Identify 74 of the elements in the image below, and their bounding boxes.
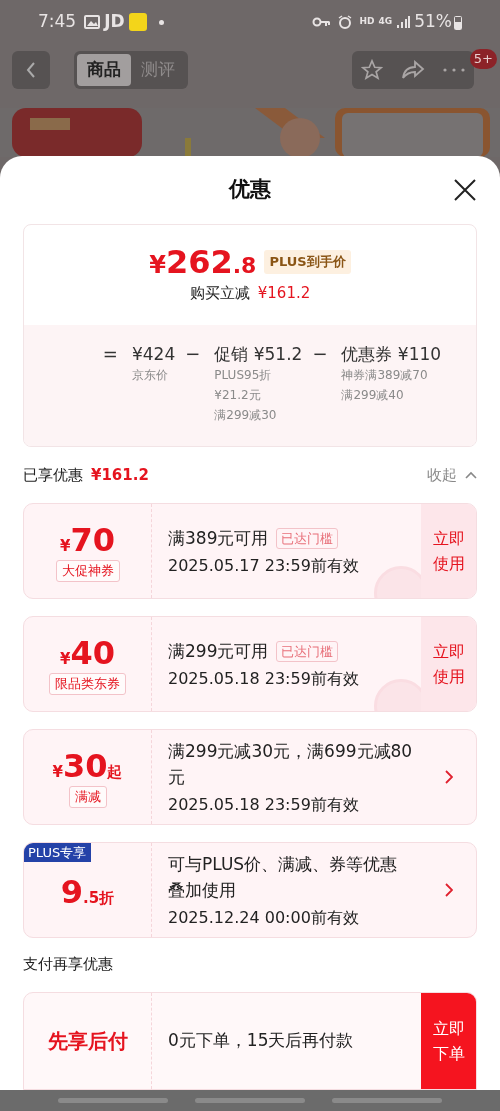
network-label: 4G [378, 15, 393, 29]
status-time: 7:45 [38, 10, 77, 34]
pay-text: 0元下单，15天后再付款 [168, 1029, 354, 1053]
pay-card[interactable]: 先享后付 0元下单，15天后再付款 立即下单 [23, 992, 477, 1090]
offer-validity: 2025.05.18 23:59前有效 [168, 668, 360, 690]
sheet-title: 优惠 [229, 176, 271, 204]
chevron-right-icon[interactable] [444, 883, 453, 897]
offer-validity: 2025.05.18 23:59前有效 [168, 794, 360, 816]
term-note: 满299减40 [341, 387, 405, 404]
alarm-icon [337, 15, 352, 29]
term-value: ¥424 [131, 343, 176, 365]
image-icon [84, 15, 101, 29]
section-label: 支付再享优惠 [23, 953, 113, 975]
term-value: 促销 ¥51.2 [214, 343, 303, 365]
operator-sign: − [185, 343, 201, 366]
enjoyed-amount: ¥161.2 [91, 464, 149, 486]
offer-tag: 限品类东券 [49, 673, 126, 695]
chevron-right-icon[interactable] [444, 770, 453, 784]
term-value: 优惠券 ¥110 [341, 343, 442, 365]
collapse-button[interactable]: 收起 [427, 463, 477, 487]
final-price: ¥262.8 [149, 245, 257, 278]
app-icon [128, 13, 147, 31]
pay-title: 先享后付 [47, 1028, 128, 1055]
saving-amount: ¥161.2 [257, 282, 311, 304]
battery-icon [454, 14, 462, 30]
order-button[interactable]: 立即下单 [421, 993, 476, 1089]
threshold-tag: 已达门槛 [276, 527, 339, 549]
count-badge: 5+ [469, 49, 497, 69]
nav-tab[interactable]: 商品 [77, 54, 131, 86]
threshold-tag: 已达门槛 [276, 640, 339, 662]
price-tag: PLUS到手价 [264, 249, 351, 274]
offer-amount: 9.5折 [60, 876, 115, 908]
term-note: 神券满389减70 [341, 367, 429, 384]
offer-validity: 2025.12.24 00:00前有效 [168, 907, 360, 929]
star-icon[interactable] [361, 59, 383, 81]
offer-amount: ¥30起 [52, 750, 123, 782]
chevron-up-icon [465, 471, 477, 479]
term-note: PLUS95折 [214, 367, 273, 384]
operator-sign: − [312, 343, 328, 366]
offer-card[interactable]: ¥70 大促神券 满389元可用 已达门槛 2025.05.17 23:59前有效 立即使用 [23, 503, 477, 599]
battery-label: 51% [414, 10, 452, 34]
offer-amount: ¥70 [60, 524, 115, 556]
key-icon [311, 17, 330, 27]
more-icon[interactable] [443, 68, 465, 72]
offer-condition: 满299元减30元，满699元减80元 [168, 740, 413, 789]
offer-amount: ¥40 [60, 637, 115, 669]
back-button[interactable] [12, 51, 50, 89]
signal-icon [396, 15, 411, 29]
enjoyed-label: 已享优惠 [23, 464, 83, 486]
saving-label: 购买立减 [189, 282, 250, 304]
operator-sign: = [102, 343, 118, 366]
offer-condition: 满299元可用 [168, 640, 269, 663]
use-button[interactable]: 立即使用 [421, 504, 476, 598]
nav-handle[interactable] [331, 1098, 442, 1103]
back-icon [26, 62, 36, 78]
offer-card[interactable]: ¥30起 满减 满299元减30元，满699元减80元 2025.05.18 23:59前有效 [23, 729, 477, 825]
app-label: JD [104, 10, 125, 34]
offer-condition: 可与PLUS价、满减、券等优惠叠加使用 [168, 853, 399, 902]
offer-validity: 2025.05.17 23:59前有效 [168, 555, 360, 577]
use-button[interactable]: 立即使用 [421, 617, 476, 711]
term-note: 满299减30 [214, 407, 278, 424]
nav-handle[interactable] [58, 1098, 169, 1103]
plus-badge: PLUS专享 [24, 843, 92, 862]
term-note: 京东价 [131, 367, 169, 384]
share-icon[interactable] [401, 60, 425, 80]
offer-card[interactable]: ¥40 限品类东券 满299元可用 已达门槛 2025.05.18 23:59前有效 立即使用 [23, 616, 477, 712]
hd-label: HD [359, 15, 375, 29]
term-note: ¥21.2元 [214, 387, 262, 404]
offer-tag: 满减 [68, 786, 107, 808]
offer-tag: 大促神券 [55, 560, 120, 582]
offer-card[interactable]: PLUS专享 9.5折 可与PLUS价、满减、券等优惠叠加使用 2025.12.24 00:00前有效 [23, 842, 477, 938]
close-icon[interactable] [454, 179, 476, 201]
offer-condition: 满389元可用 [168, 527, 269, 550]
nav-handle[interactable] [195, 1098, 305, 1103]
